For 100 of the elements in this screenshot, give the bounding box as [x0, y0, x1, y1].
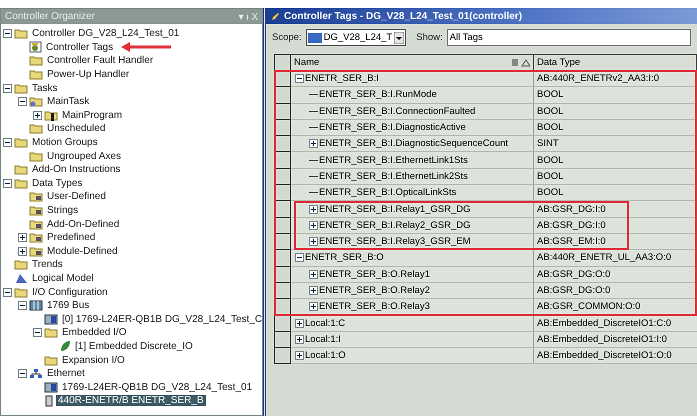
tree-item[interactable]: Predefined	[45, 232, 98, 244]
data-type-cell: BOOL	[534, 120, 697, 136]
row-header	[274, 315, 291, 332]
tree-connector	[309, 110, 318, 112]
data-type-cell: AB:440R_ENETRv2_AA3:I:0	[534, 71, 697, 88]
collapse-icon[interactable]	[18, 301, 27, 310]
collapse-icon[interactable]	[18, 369, 27, 378]
tree-item[interactable]: Ungrouped Axes	[45, 150, 123, 162]
tree-item[interactable]: Expansion I/O	[60, 354, 127, 366]
task-icon	[29, 96, 43, 108]
module-icon	[44, 314, 58, 325]
folder-icon	[14, 82, 28, 94]
tag-name-cell: ENETR_SER_B:O.Relay3	[291, 299, 534, 316]
tree-item[interactable]: Add-On-Defined	[45, 218, 122, 230]
tree-item[interactable]: Unscheduled	[45, 123, 108, 134]
panel-title: Controller Organizer	[5, 11, 96, 22]
expand-icon[interactable]	[18, 246, 27, 256]
scope-dropdown[interactable]: DG_V28_L24_T	[306, 29, 406, 46]
folder-icon	[14, 28, 28, 40]
row-header	[274, 332, 291, 348]
collapse-icon[interactable]	[3, 138, 12, 148]
tag-name-cell: ENETR_SER_B:I	[291, 71, 534, 88]
tag-name-cell: ENETR_SER_B:O	[291, 250, 534, 267]
expand-icon[interactable]	[33, 110, 42, 120]
expand-icon[interactable]	[309, 220, 318, 230]
tag-name-cell: ENETR_SER_B:O.Relay1	[291, 266, 534, 283]
show-filter-field[interactable]: All Tags	[446, 29, 691, 46]
tree-item[interactable]: Trends	[30, 259, 65, 270]
folder-icon	[14, 178, 28, 189]
tree-item[interactable]: Controller Tags	[44, 42, 116, 53]
expand-icon[interactable]	[18, 233, 27, 242]
expand-icon[interactable]	[309, 139, 318, 148]
tree-item[interactable]: Add-On Instructions	[30, 164, 122, 176]
expand-icon[interactable]	[309, 270, 318, 279]
folder-icon	[29, 205, 43, 216]
collapse-icon[interactable]	[3, 29, 12, 38]
folder-icon	[44, 354, 58, 366]
data-type-cell: BOOL	[534, 185, 697, 202]
tree-item[interactable]: 440R-ENETR/B ENETR_SER_B	[56, 395, 206, 406]
tree-item[interactable]: Embedded I/O	[60, 327, 128, 338]
collapse-icon[interactable]	[3, 178, 12, 188]
tree-item[interactable]: Logical Model	[30, 272, 96, 284]
tree-item[interactable]: Module-Defined	[45, 246, 120, 257]
tree-item[interactable]: MainProgram	[60, 110, 124, 121]
tag-name-cell: Local:1:C	[291, 315, 534, 332]
expand-icon[interactable]	[309, 237, 318, 246]
column-header[interactable]: Data Type	[534, 54, 697, 71]
tree-connector	[309, 94, 318, 96]
tag-name-cell: ENETR_SER_B:I.RunMode	[291, 87, 534, 104]
tree-connector	[309, 176, 318, 177]
row-header	[274, 348, 291, 364]
collapse-icon[interactable]	[18, 97, 27, 106]
data-type-cell: AB:Embedded_DiscreteIO1:O:0	[534, 348, 697, 364]
tree-item[interactable]: [1] Embedded Discrete_IO	[73, 340, 195, 352]
tree-item[interactable]: Data Types	[30, 178, 84, 189]
tree-item[interactable]: 1769 Bus	[45, 300, 92, 312]
pencil-icon	[271, 12, 280, 20]
tree-item[interactable]: I/O Configuration	[30, 286, 110, 298]
data-type-cell: SINT	[534, 136, 697, 152]
dropdown-arrow-icon[interactable]	[394, 32, 404, 44]
program-icon	[44, 110, 58, 121]
folder-icon	[14, 137, 28, 148]
tag-name-cell: ENETR_SER_B:I.EthernetLink2Sts	[291, 168, 534, 186]
expand-icon[interactable]	[295, 318, 304, 328]
column-header[interactable]: Name	[291, 54, 534, 71]
collapse-icon[interactable]	[3, 84, 12, 93]
collapse-icon[interactable]	[295, 253, 304, 262]
leaf-icon	[59, 340, 71, 352]
collapse-icon[interactable]	[33, 328, 42, 338]
tree-item[interactable]: Controller Fault Handler	[45, 55, 156, 66]
folder-icon	[14, 259, 28, 270]
expand-icon[interactable]	[295, 351, 304, 360]
tree-item[interactable]: Strings	[45, 205, 80, 216]
tree-item[interactable]: MainTask	[45, 96, 92, 108]
expand-icon[interactable]	[309, 204, 318, 214]
folder-icon	[29, 55, 43, 66]
tree-item[interactable]: [0] 1769-L24ER-QB1B DG_V28_L24_Test_C	[60, 314, 264, 325]
tree-item[interactable]: Controller DG_V28_L24_Test_01	[30, 28, 182, 40]
tree-item[interactable]: Power-Up Handler	[45, 69, 132, 80]
sort-icon[interactable]	[512, 58, 530, 67]
scope-label: Scope:	[272, 32, 302, 43]
tree-item[interactable]: Ethernet	[45, 368, 87, 380]
tag-name-cell: ENETR_SER_B:I.ConnectionFaulted	[291, 104, 534, 120]
expand-icon[interactable]	[309, 286, 318, 295]
folder-icon	[29, 232, 43, 244]
tag-name-cell: Local:1:O	[291, 348, 534, 364]
tag-name-cell: Local:1:I	[291, 332, 534, 348]
collapse-icon[interactable]	[295, 74, 304, 84]
tree-item[interactable]: Tasks	[30, 82, 60, 94]
tag-name-cell: ENETR_SER_B:I.Relay2_GSR_DG	[291, 218, 534, 234]
tree-item[interactable]: Motion Groups	[30, 137, 100, 148]
collapse-icon[interactable]	[3, 288, 12, 297]
data-type-cell: AB:GSR_DG:O:0	[534, 266, 697, 283]
tree-item[interactable]: 1769-L24ER-QB1B DG_V28_L24_Test_01	[60, 382, 254, 393]
expand-icon[interactable]	[295, 334, 304, 344]
expand-icon[interactable]	[309, 302, 318, 312]
tree-connector	[309, 192, 318, 194]
data-type-cell: AB:Embedded_DiscreteIO1:I:0	[534, 332, 697, 348]
tree-item[interactable]: User-Defined	[45, 191, 108, 202]
folder-icon	[44, 327, 58, 338]
